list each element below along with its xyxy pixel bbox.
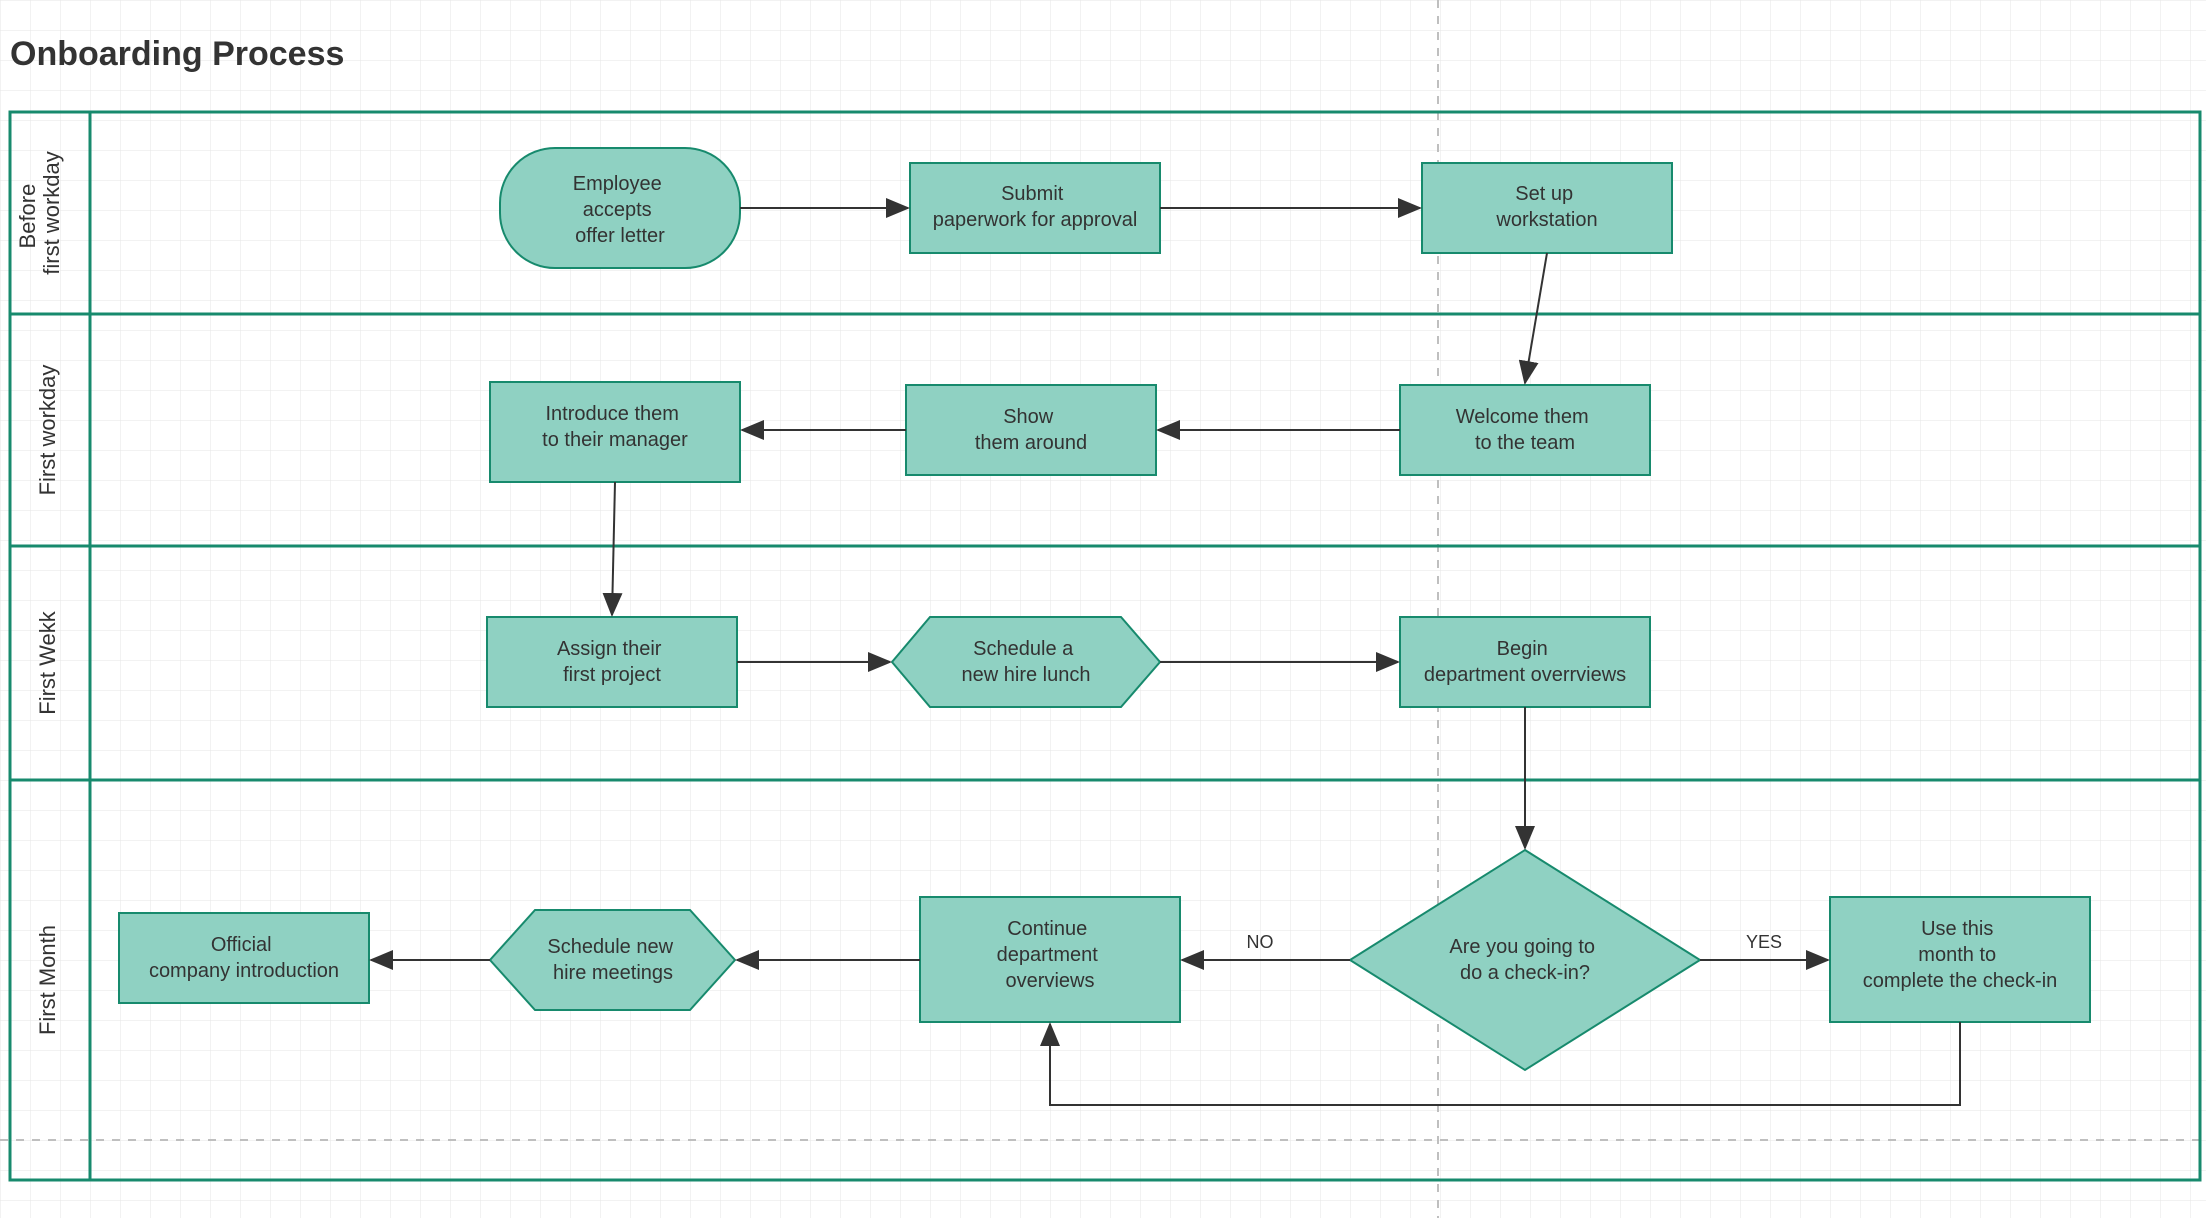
node-schedule-lunch[interactable] [892, 617, 1160, 707]
node-welcome-team[interactable] [1400, 385, 1650, 475]
edge-label-no: NO [1247, 932, 1274, 952]
node-begin-overviews[interactable] [1400, 617, 1650, 707]
edge-label-yes: YES [1746, 932, 1782, 952]
lane-label-3: First Month [35, 925, 60, 1035]
diagram-title: Onboarding Process [10, 35, 344, 73]
lane-label-2: First Wekk [35, 610, 60, 714]
node-show-around[interactable] [906, 385, 1156, 475]
node-official-intro[interactable] [119, 913, 369, 1003]
node-submit-paperwork[interactable] [910, 163, 1160, 253]
node-continue-overviews-label: Continue department overviews [997, 918, 1104, 992]
node-setup-workstation[interactable] [1422, 163, 1672, 253]
node-schedule-meetings[interactable] [490, 910, 735, 1010]
node-assign-project[interactable] [487, 617, 737, 707]
lane-label-1: First workday [35, 365, 60, 496]
node-employee-accepts-label: Employee accepts offer letter [573, 173, 668, 247]
diagram-canvas: Onboarding Process Before first workday … [0, 0, 2206, 1218]
